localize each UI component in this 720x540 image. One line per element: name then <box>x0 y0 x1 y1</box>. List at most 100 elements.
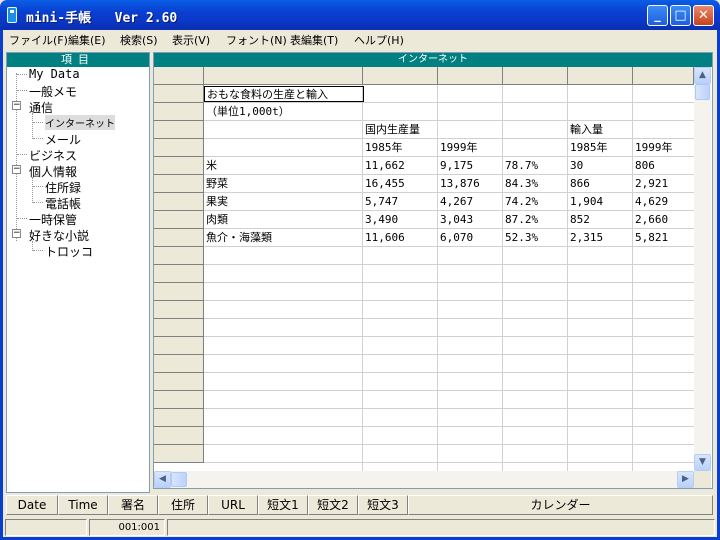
row-header[interactable] <box>154 121 204 139</box>
category-tree[interactable]: 項目 − − − My Data 一般メモ 通信 インターネット メール ビジネ… <box>6 52 150 493</box>
row-header[interactable] <box>154 445 204 463</box>
horizontal-scrollbar[interactable]: ◀ ▶ <box>154 471 694 488</box>
column-header[interactable] <box>568 67 633 85</box>
tree-item-mail[interactable]: メール <box>45 131 81 148</box>
maximize-button[interactable]: □ <box>670 5 691 26</box>
title-bar[interactable]: mini-手帳 Ver 2.60 _ □ ✕ <box>0 0 720 30</box>
vertical-scrollbar[interactable]: ▲ ▼ <box>694 67 711 471</box>
table-cell[interactable]: 16,455 <box>363 176 438 192</box>
phrase1-button[interactable]: 短文1 <box>258 495 308 515</box>
table-cell[interactable]: 6,070 <box>438 230 503 246</box>
table-cell[interactable]: 4,267 <box>438 194 503 210</box>
table-cell[interactable]: 52.3% <box>503 230 568 246</box>
table-cell[interactable]: 866 <box>568 176 633 192</box>
row-header[interactable] <box>154 175 204 193</box>
menu-file[interactable]: ファイル(F) <box>9 32 68 48</box>
table-cell[interactable]: 肉類 <box>204 212 364 228</box>
table-cell[interactable]: 2,921 <box>633 176 694 192</box>
table-cell[interactable] <box>633 86 694 102</box>
menu-view[interactable]: 表示(V) <box>172 32 210 48</box>
expand-toggle-icon[interactable]: − <box>12 165 21 174</box>
row-header[interactable] <box>154 427 204 445</box>
column-header[interactable] <box>438 67 503 85</box>
phrase2-button[interactable]: 短文2 <box>308 495 358 515</box>
spreadsheet-grid[interactable]: インターネット おもな食料の生産と輸入 （単位1,000t） 国内生産量 輸入量 198… <box>153 52 713 489</box>
table-cell[interactable]: 1999年 <box>438 140 503 156</box>
table-cell[interactable]: 5,747 <box>363 194 438 210</box>
row-header[interactable] <box>154 337 204 355</box>
table-cell[interactable]: 74.2% <box>503 194 568 210</box>
table-cell[interactable]: 輸入量 <box>568 122 633 138</box>
tree-item-phone[interactable]: 電話帳 <box>45 195 81 212</box>
tree-item-comm[interactable]: 通信 <box>29 99 53 116</box>
table-cell[interactable] <box>438 86 503 102</box>
table-cell[interactable]: 1985年 <box>363 140 438 156</box>
signature-button[interactable]: 署名 <box>108 495 158 515</box>
column-header[interactable] <box>633 67 694 85</box>
row-header[interactable] <box>154 103 204 121</box>
table-cell[interactable]: 2,315 <box>568 230 633 246</box>
tree-item-torokko[interactable]: トロッコ <box>45 243 93 260</box>
table-cell[interactable] <box>568 104 633 120</box>
row-header[interactable] <box>154 139 204 157</box>
scroll-down-icon[interactable]: ▼ <box>694 454 711 471</box>
tree-item-temp[interactable]: 一時保管 <box>29 211 77 228</box>
horizontal-scroll-thumb[interactable] <box>171 472 187 487</box>
phrase3-button[interactable]: 短文3 <box>358 495 408 515</box>
tree-item-internet[interactable]: インターネット <box>45 115 115 130</box>
table-cell[interactable]: 84.3% <box>503 176 568 192</box>
table-cell[interactable] <box>204 122 364 138</box>
row-header[interactable] <box>154 409 204 427</box>
table-cell[interactable]: （単位1,000t） <box>204 104 364 120</box>
time-button[interactable]: Time <box>58 495 108 515</box>
table-cell[interactable]: おもな食料の生産と輸入 <box>204 86 364 102</box>
date-button[interactable]: Date <box>6 495 58 515</box>
table-cell[interactable] <box>363 104 438 120</box>
table-cell[interactable] <box>438 122 503 138</box>
expand-toggle-icon[interactable]: − <box>12 101 21 110</box>
table-cell[interactable]: 11,662 <box>363 158 438 174</box>
minimize-button[interactable]: _ <box>647 5 668 26</box>
tree-item-address[interactable]: 住所録 <box>45 179 81 196</box>
menu-edit[interactable]: 編集(E) <box>68 32 106 48</box>
table-cell[interactable]: 4,629 <box>633 194 694 210</box>
tree-item-novels[interactable]: 好きな小説 <box>29 227 89 244</box>
table-cell[interactable]: 2,660 <box>633 212 694 228</box>
row-header[interactable] <box>154 265 204 283</box>
app-icon[interactable] <box>7 7 17 23</box>
tree-item-memo[interactable]: 一般メモ <box>29 83 77 100</box>
table-cell[interactable] <box>438 104 503 120</box>
tree-item-my-data[interactable]: My Data <box>29 67 80 81</box>
tree-item-personal[interactable]: 個人情報 <box>29 163 77 180</box>
grid-corner-header[interactable] <box>154 67 204 85</box>
row-header[interactable] <box>154 391 204 409</box>
table-cell[interactable]: 852 <box>568 212 633 228</box>
address-button[interactable]: 住所 <box>158 495 208 515</box>
table-cell[interactable] <box>204 140 364 156</box>
scroll-up-icon[interactable]: ▲ <box>694 67 711 84</box>
table-cell[interactable]: 魚介・海藻類 <box>204 230 364 246</box>
table-cell[interactable] <box>503 104 568 120</box>
row-header[interactable] <box>154 193 204 211</box>
table-cell[interactable]: 1999年 <box>633 140 694 156</box>
menu-search[interactable]: 検索(S) <box>120 32 158 48</box>
table-cell[interactable]: 9,175 <box>438 158 503 174</box>
vertical-scroll-thumb[interactable] <box>695 84 710 100</box>
table-cell[interactable]: 3,043 <box>438 212 503 228</box>
menu-table-edit[interactable]: 表編集(T) <box>290 32 338 48</box>
row-header[interactable] <box>154 373 204 391</box>
calendar-button[interactable]: カレンダー <box>408 495 713 515</box>
table-cell[interactable] <box>503 86 568 102</box>
menu-help[interactable]: ヘルプ(H) <box>354 32 404 48</box>
tree-item-business[interactable]: ビジネス <box>29 147 77 164</box>
row-header[interactable] <box>154 211 204 229</box>
row-header[interactable] <box>154 229 204 247</box>
table-cell[interactable]: 3,490 <box>363 212 438 228</box>
url-button[interactable]: URL <box>208 495 258 515</box>
table-cell[interactable]: 5,821 <box>633 230 694 246</box>
table-cell[interactable] <box>363 86 438 102</box>
table-cell[interactable]: 78.7% <box>503 158 568 174</box>
table-cell[interactable] <box>633 122 694 138</box>
table-cell[interactable] <box>633 104 694 120</box>
table-cell[interactable]: 806 <box>633 158 694 174</box>
